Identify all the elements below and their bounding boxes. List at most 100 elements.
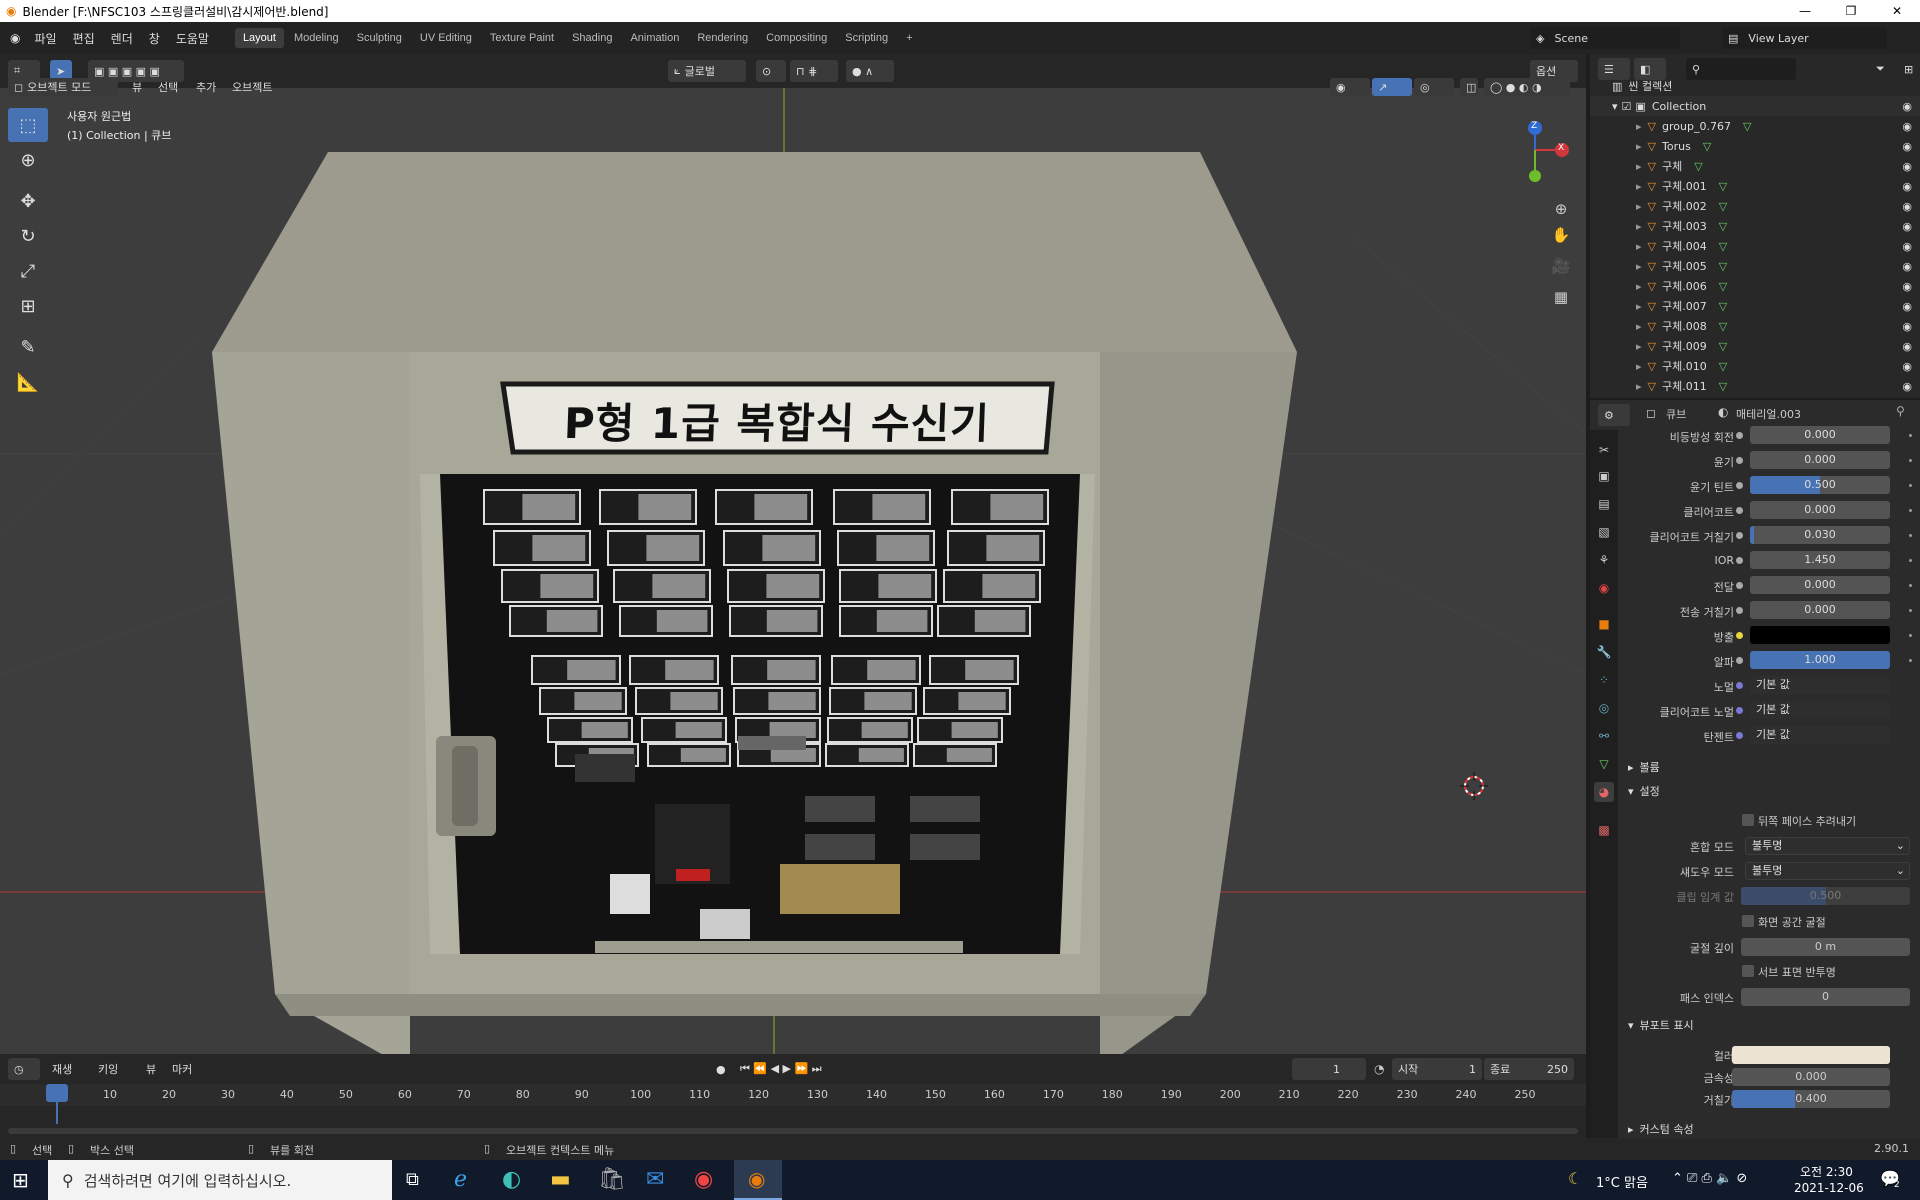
section-viewport-display[interactable]: ▾ 뷰포트 표시 bbox=[1620, 1014, 1920, 1036]
property-value-field[interactable]: 0.030 bbox=[1750, 526, 1890, 544]
properties-material-name[interactable]: 매테리얼.003 bbox=[1736, 406, 1801, 422]
outliner-item[interactable]: ▸ ▽ group_0.767 ▽ ◉ bbox=[1590, 116, 1920, 136]
texture-tab[interactable]: ▩ bbox=[1594, 820, 1614, 840]
taskbar-blender-button[interactable]: ◉ bbox=[734, 1160, 782, 1200]
eye-icon[interactable]: ◉ bbox=[1902, 200, 1912, 213]
eye-icon[interactable]: ◉ bbox=[1902, 360, 1912, 373]
xray-toggle[interactable]: ◫ bbox=[1460, 78, 1478, 96]
expand-arrow-icon[interactable]: ▸ bbox=[1636, 360, 1642, 373]
annotate-tool[interactable]: ✎ bbox=[8, 330, 48, 364]
scene-tab[interactable]: ⚘ bbox=[1594, 550, 1614, 570]
timeline-editor-type[interactable]: ◷ bbox=[8, 1058, 40, 1080]
subsurface-checkbox[interactable] bbox=[1742, 965, 1754, 977]
screen-refraction-checkbox[interactable] bbox=[1742, 915, 1754, 927]
menu-view[interactable]: 뷰 bbox=[126, 78, 148, 96]
keyframe-dot-icon[interactable] bbox=[1909, 459, 1912, 462]
outliner-item[interactable]: ▸ ▽ 구체.004 ▽ ◉ bbox=[1590, 236, 1920, 256]
eye-icon[interactable]: ◉ bbox=[1902, 120, 1912, 133]
eye-icon[interactable]: ◉ bbox=[1902, 240, 1912, 253]
menu-select[interactable]: 선택 bbox=[152, 78, 184, 96]
expand-arrow-icon[interactable]: ▸ bbox=[1636, 180, 1642, 193]
eye-icon[interactable]: ◉ bbox=[1902, 140, 1912, 153]
outliner-item[interactable]: ▸ ▽ 구체.001 ▽ ◉ bbox=[1590, 176, 1920, 196]
transform-tool[interactable]: ⊞ bbox=[8, 289, 48, 323]
outliner-item[interactable]: ▸ ▽ 구체.011 ▽ ◉ bbox=[1590, 376, 1920, 396]
start-frame-field[interactable]: 시작 1 bbox=[1392, 1058, 1482, 1080]
shading-buttons[interactable]: ◯ ● ◐ ◑ bbox=[1484, 78, 1570, 96]
expand-arrow-icon[interactable]: ▸ bbox=[1636, 140, 1642, 153]
eye-icon[interactable]: ◉ bbox=[1902, 100, 1912, 113]
maximize-icon[interactable]: ❐ bbox=[1828, 0, 1874, 22]
section-settings[interactable]: ▾ 설정 bbox=[1620, 780, 1920, 802]
expand-arrow-icon[interactable]: ▸ bbox=[1636, 200, 1642, 213]
taskbar-search-box[interactable]: ⚲ 검색하려면 여기에 입력하십시오. bbox=[48, 1160, 392, 1200]
menu-edit[interactable]: 편집 bbox=[65, 30, 103, 47]
navigation-gizmo[interactable]: Z X bbox=[1499, 110, 1580, 190]
socket-dot-icon[interactable] bbox=[1736, 457, 1743, 464]
expand-arrow-icon[interactable]: ▸ bbox=[1636, 160, 1642, 173]
socket-dot-icon[interactable] bbox=[1736, 682, 1743, 689]
property-value-field[interactable]: 0.500 bbox=[1750, 476, 1890, 494]
select-box-tool[interactable]: ⬚ bbox=[8, 108, 48, 142]
timeline-scrollbar[interactable] bbox=[8, 1128, 1578, 1134]
world-tab[interactable]: ◉ bbox=[1594, 578, 1614, 598]
metallic-field[interactable]: 0.000 bbox=[1732, 1068, 1890, 1086]
store-icon[interactable]: 🛍 bbox=[598, 1167, 626, 1192]
property-value-field[interactable]: 0.000 bbox=[1750, 426, 1890, 444]
outliner-item[interactable]: ▸ ▽ 구체.009 ▽ ◉ bbox=[1590, 336, 1920, 356]
tab-layout[interactable]: Layout bbox=[234, 28, 284, 48]
tab-sculpting[interactable]: Sculpting bbox=[349, 28, 410, 48]
scene-selector[interactable]: ◈ Scene bbox=[1530, 27, 1680, 49]
outliner-item[interactable]: ▸ ▽ 구체.003 ▽ ◉ bbox=[1590, 216, 1920, 236]
chrome-icon[interactable]: ◉ bbox=[694, 1167, 713, 1192]
gizmo-toggle[interactable]: ↗ bbox=[1372, 78, 1412, 96]
expand-arrow-icon[interactable]: ▸ bbox=[1636, 340, 1642, 353]
expand-arrow-icon[interactable]: ▸ bbox=[1636, 280, 1642, 293]
menu-playback[interactable]: 재생 bbox=[46, 1058, 78, 1080]
blender-menu-icon[interactable]: ◉ bbox=[10, 31, 20, 45]
keyframe-dot-icon[interactable] bbox=[1909, 559, 1912, 562]
add-workspace-button[interactable]: + bbox=[898, 28, 920, 48]
view-layer-selector[interactable]: ▤ View Layer bbox=[1722, 27, 1887, 49]
socket-dot-icon[interactable] bbox=[1736, 582, 1743, 589]
outliner-item[interactable]: ▸ ▽ 구체.010 ▽ ◉ bbox=[1590, 356, 1920, 376]
menu-add[interactable]: 추가 bbox=[190, 78, 222, 96]
clock-date[interactable]: 2021-12-06 bbox=[1794, 1181, 1864, 1195]
outliner-item[interactable]: ▸ ▽ 구체.002 ▽ ◉ bbox=[1590, 196, 1920, 216]
keyframe-dot-icon[interactable] bbox=[1909, 634, 1912, 637]
file-explorer-icon[interactable]: ▬ bbox=[550, 1167, 571, 1192]
section-custom-properties[interactable]: ▸ 커스텀 속성 bbox=[1620, 1118, 1920, 1140]
property-value-field[interactable]: 0.000 bbox=[1750, 576, 1890, 594]
pin-icon[interactable]: ⚲ bbox=[1896, 404, 1905, 418]
task-view-icon[interactable]: ⧉ bbox=[406, 1169, 419, 1190]
property-value-field[interactable]: 1.450 bbox=[1750, 551, 1890, 569]
eye-icon[interactable]: ◉ bbox=[1902, 280, 1912, 293]
clock-time[interactable]: 오전 2:30 bbox=[1800, 1163, 1853, 1180]
close-icon[interactable]: ✕ bbox=[1874, 0, 1920, 22]
socket-dot-icon[interactable] bbox=[1736, 432, 1743, 439]
view-layer-tab[interactable]: ▧ bbox=[1594, 522, 1614, 542]
outliner-item[interactable]: ▸ ▽ 구체.008 ▽ ◉ bbox=[1590, 316, 1920, 336]
checkbox-icon[interactable]: ☑ bbox=[1622, 100, 1632, 113]
menu-keying[interactable]: 키잉 bbox=[92, 1058, 124, 1080]
socket-dot-icon[interactable] bbox=[1736, 532, 1743, 539]
tab-shading[interactable]: Shading bbox=[564, 28, 620, 48]
socket-dot-icon[interactable] bbox=[1736, 557, 1743, 564]
expand-arrow-icon[interactable]: ▸ bbox=[1636, 320, 1642, 333]
tab-animation[interactable]: Animation bbox=[622, 28, 687, 48]
property-value-field[interactable]: 1.000 bbox=[1750, 651, 1890, 669]
tab-scripting[interactable]: Scripting bbox=[837, 28, 896, 48]
property-value-field[interactable]: 0.000 bbox=[1750, 601, 1890, 619]
mail-icon[interactable]: ✉ bbox=[646, 1167, 664, 1192]
keyframe-dot-icon[interactable] bbox=[1909, 534, 1912, 537]
socket-dot-icon[interactable] bbox=[1736, 507, 1743, 514]
roughness-field[interactable]: 0.400 bbox=[1732, 1090, 1890, 1108]
ie-icon[interactable]: ℯ bbox=[454, 1167, 467, 1192]
tool-tab[interactable]: ✂ bbox=[1594, 440, 1614, 460]
ortho-button[interactable]: ▦ bbox=[1548, 284, 1574, 310]
playhead[interactable] bbox=[46, 1084, 68, 1102]
menu-view-timeline[interactable]: 뷰 bbox=[140, 1058, 162, 1080]
keyframe-dot-icon[interactable] bbox=[1909, 609, 1912, 612]
rotate-tool[interactable]: ↻ bbox=[8, 219, 48, 253]
3d-viewport[interactable]: P형 1급 복합식 수신기 사용자 원근법 (1) Collection | 큐… bbox=[0, 54, 1586, 1054]
